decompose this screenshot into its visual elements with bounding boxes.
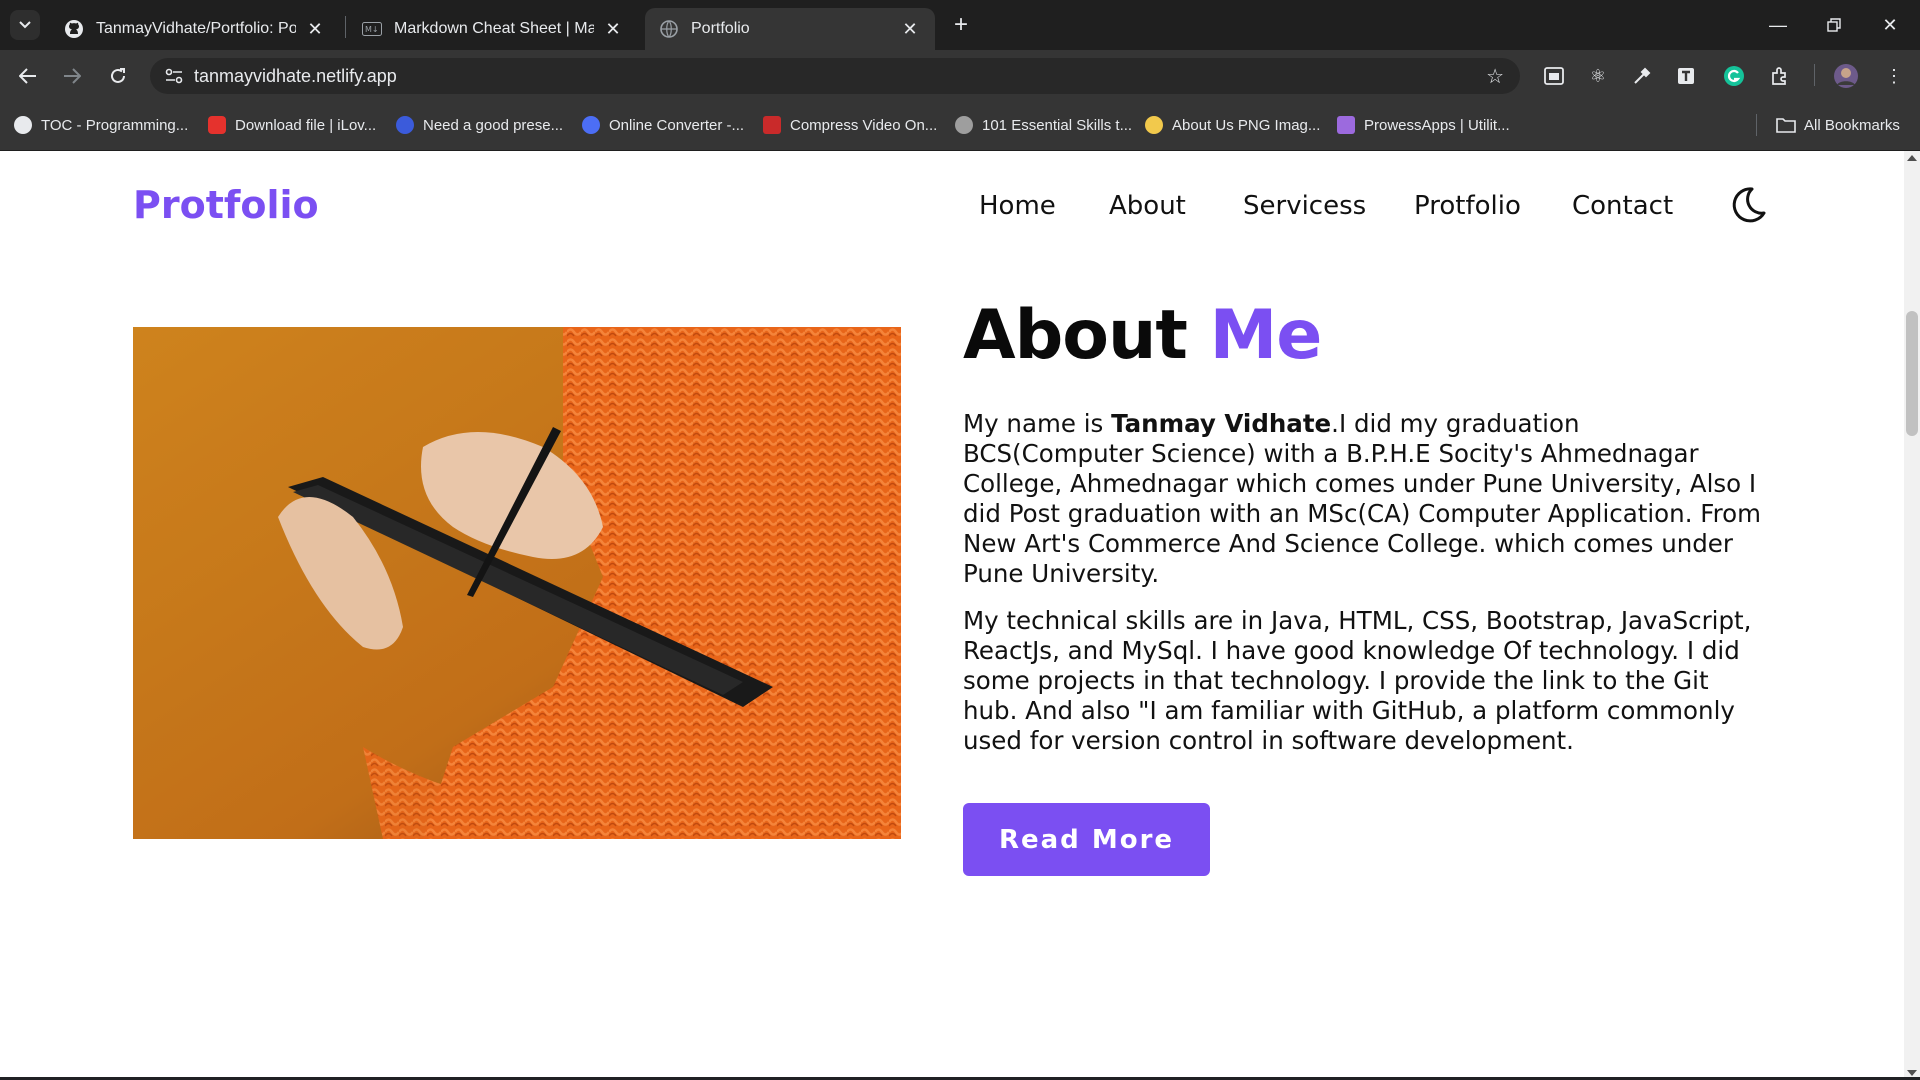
browser-toolbar: tanmayvidhate.netlify.app ☆ ⚛ ⋮: [0, 50, 1920, 100]
scroll-down-arrow[interactable]: [1907, 1070, 1917, 1076]
new-tab-button[interactable]: +: [946, 10, 976, 40]
bookmark-icon: [14, 116, 32, 134]
bookmark-converter[interactable]: Online Converter -...: [582, 114, 744, 136]
bookmarks-divider: [1756, 114, 1757, 136]
arrow-left-icon: [19, 68, 36, 84]
color-picker-icon[interactable]: [1628, 62, 1656, 90]
react-devtools-icon[interactable]: ⚛: [1584, 62, 1612, 90]
close-icon[interactable]: ✕: [602, 18, 624, 40]
arrow-right-icon: [64, 68, 81, 84]
star-icon[interactable]: ☆: [1486, 64, 1504, 89]
tab-divider: [345, 16, 346, 38]
globe-icon: [659, 19, 679, 39]
tab-markdown[interactable]: M↓ Markdown Cheat Sheet | Markd ✕: [348, 8, 638, 50]
reload-button[interactable]: [102, 60, 134, 92]
scroll-thumb[interactable]: [1906, 311, 1918, 436]
heart-icon: [208, 116, 226, 134]
about-paragraph-2: My technical skills are in Java, HTML, C…: [963, 606, 1752, 755]
bookmark-icon: [1145, 116, 1163, 134]
about-paragraph-1: My name is Tanmay Vidhate.I did my gradu…: [963, 409, 1763, 589]
page-scrollbar[interactable]: [1904, 151, 1920, 1080]
all-bookmarks[interactable]: All Bookmarks: [1776, 114, 1900, 136]
bookmark-label: 101 Essential Skills t...: [982, 116, 1133, 134]
bookmark-label: Need a good prese...: [423, 116, 564, 134]
bookmark-icon: [396, 116, 414, 134]
bookmark-prowessapps[interactable]: ProwessApps | Utilit...: [1337, 114, 1510, 136]
grammarly-icon[interactable]: [1720, 62, 1748, 90]
bookmark-label: Download file | iLov...: [235, 116, 377, 134]
bookmark-icon: [763, 116, 781, 134]
about-title-main: About: [963, 296, 1188, 375]
page-viewport: Protfolio Home About Servicess Protfolio…: [0, 151, 1904, 1080]
bookmark-icon: [955, 116, 973, 134]
address-bar[interactable]: tanmayvidhate.netlify.app ☆: [150, 58, 1520, 94]
nav-home[interactable]: Home: [979, 191, 1056, 221]
restore-icon: [1827, 18, 1841, 32]
bookmark-label: Online Converter -...: [609, 116, 745, 134]
site-settings-icon[interactable]: [154, 68, 194, 84]
read-more-button[interactable]: Read More: [963, 803, 1210, 876]
nav-about[interactable]: About: [1109, 191, 1186, 221]
close-icon[interactable]: ✕: [304, 18, 326, 40]
bookmark-toc[interactable]: TOC - Programming...: [14, 114, 188, 136]
close-window-button[interactable]: ✕: [1862, 0, 1918, 50]
tab-portfolio[interactable]: Portfolio ✕: [645, 8, 935, 50]
bookmarks-bar: TOC - Programming... Download file | iLo…: [0, 100, 1920, 151]
about-image: [133, 327, 901, 839]
bookmark-icon: [1337, 116, 1355, 134]
nav-portfolio[interactable]: Protfolio: [1414, 191, 1521, 221]
browser-chrome: TanmayVidhate/Portfolio: Portfo ✕ M↓ Mar…: [0, 0, 1920, 151]
tab-label: Portfolio: [691, 20, 750, 37]
chevron-down-icon: [19, 21, 31, 29]
bookmark-icon: [582, 116, 600, 134]
bookmark-ilovepdf[interactable]: Download file | iLov...: [208, 114, 376, 136]
markdown-icon: M↓: [362, 19, 382, 39]
bookmark-label: About Us PNG Imag...: [1172, 116, 1321, 134]
forward-button[interactable]: [56, 60, 88, 92]
all-bookmarks-label: All Bookmarks: [1804, 116, 1900, 134]
close-icon[interactable]: ✕: [899, 18, 921, 40]
minimize-button[interactable]: —: [1750, 0, 1806, 50]
svg-text:M↓: M↓: [365, 25, 379, 34]
media-icon[interactable]: [1540, 62, 1568, 90]
nav-services[interactable]: Servicess: [1243, 191, 1366, 221]
tab-search-button[interactable]: [10, 10, 40, 40]
site-logo[interactable]: Protfolio: [133, 183, 319, 227]
tab-label: Markdown Cheat Sheet | Markd: [394, 20, 594, 37]
bookmark-label: Compress Video On...: [790, 116, 938, 134]
moon-icon[interactable]: [1728, 185, 1768, 225]
reload-icon: [111, 68, 125, 83]
bookmark-presentation[interactable]: Need a good prese...: [396, 114, 563, 136]
restore-button[interactable]: [1806, 0, 1862, 50]
intro-prefix: My name is: [963, 409, 1112, 438]
tab-label: TanmayVidhate/Portfolio: Portfo: [96, 20, 296, 37]
bookmark-about-png[interactable]: About Us PNG Imag...: [1145, 114, 1320, 136]
bookmark-skills[interactable]: 101 Essential Skills t...: [955, 114, 1132, 136]
bookmark-compress-video[interactable]: Compress Video On...: [763, 114, 937, 136]
bookmark-label: ProwessApps | Utilit...: [1364, 116, 1510, 134]
about-title: About Me: [963, 296, 1323, 375]
nav-contact[interactable]: Contact: [1572, 191, 1673, 221]
text-extension-icon[interactable]: [1672, 62, 1700, 90]
toolbar-divider: [1814, 64, 1815, 86]
profile-avatar[interactable]: [1832, 62, 1860, 90]
folder-icon: [1776, 118, 1796, 133]
scroll-up-arrow[interactable]: [1907, 155, 1917, 161]
tab-strip: TanmayVidhate/Portfolio: Portfo ✕ M↓ Mar…: [0, 0, 1920, 50]
about-title-accent: Me: [1209, 296, 1323, 375]
back-button[interactable]: [12, 60, 44, 92]
extensions-icon[interactable]: [1766, 62, 1794, 90]
bookmark-label: TOC - Programming...: [41, 116, 189, 134]
author-name: Tanmay Vidhate: [1111, 409, 1332, 438]
url-text[interactable]: tanmayvidhate.netlify.app: [194, 66, 397, 87]
github-icon: [64, 19, 84, 39]
menu-icon[interactable]: ⋮: [1880, 62, 1908, 90]
tab-github[interactable]: TanmayVidhate/Portfolio: Portfo ✕: [50, 8, 340, 50]
